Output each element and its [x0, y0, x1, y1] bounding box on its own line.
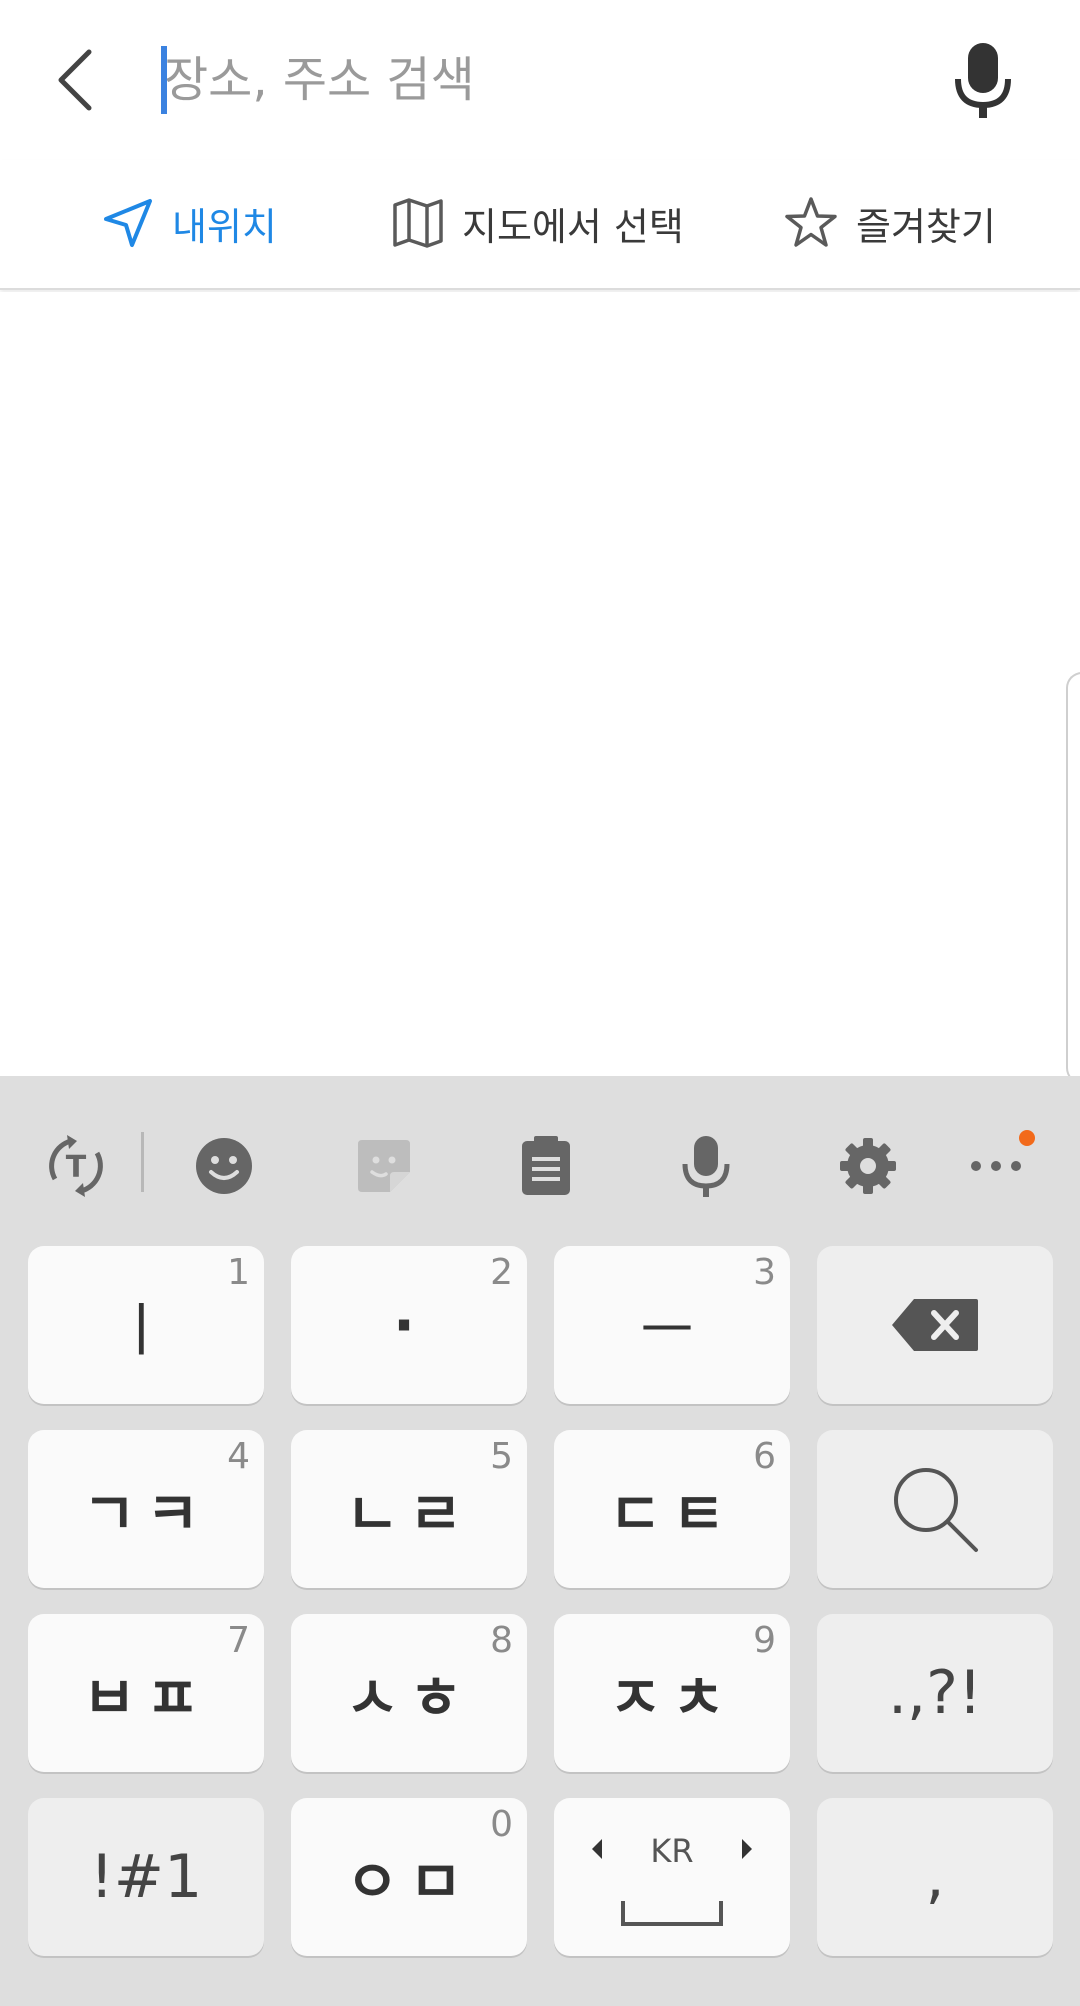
- key-label: ㅈㅊ: [608, 1664, 736, 1732]
- key-label: ,: [925, 1842, 945, 1912]
- key-number: 8: [490, 1620, 513, 1661]
- search-icon: [894, 1468, 978, 1552]
- emoji-icon: [196, 1138, 252, 1194]
- key-dot[interactable]: 2 ·: [291, 1246, 527, 1404]
- text-convert-icon: T: [49, 1135, 103, 1197]
- key-label: ㅂㅍ: [82, 1664, 210, 1732]
- back-button[interactable]: [40, 40, 110, 120]
- key-number: 9: [753, 1620, 776, 1661]
- voice-search-button[interactable]: [940, 36, 1026, 126]
- key-number: 6: [753, 1436, 776, 1477]
- star-icon: [785, 197, 837, 247]
- key-d-t[interactable]: 6 ㄷㅌ: [554, 1430, 790, 1588]
- key-number: 5: [490, 1436, 513, 1477]
- toolbar-divider: [141, 1132, 144, 1192]
- text-convert-button[interactable]: T: [36, 1126, 116, 1206]
- space-icon: [621, 1901, 723, 1926]
- option-select-on-map[interactable]: 지도에서 선택: [392, 190, 684, 256]
- key-n-r[interactable]: 5 ㄴㄹ: [291, 1430, 527, 1588]
- key-eu[interactable]: 3 ㅡ: [554, 1246, 790, 1404]
- punctuation-key[interactable]: .,?!: [817, 1614, 1053, 1772]
- voice-input-button[interactable]: [666, 1126, 746, 1206]
- key-s-h[interactable]: 8 ㅅㅎ: [291, 1614, 527, 1772]
- key-number: 2: [490, 1252, 513, 1293]
- search-key[interactable]: [817, 1430, 1053, 1588]
- comma-key[interactable]: ,: [817, 1798, 1053, 1956]
- location-options: 내위치 지도에서 선택 즐겨찾기: [0, 160, 1080, 290]
- microphone-icon: [955, 43, 1011, 118]
- keyboard: T 1 ㅣ 2 · 3 ㅡ 4 ㄱㅋ 5 ㄴㄹ 6 ㄷㅌ 7 ㅂㅍ 8 ㅅㅎ 9…: [0, 1076, 1080, 2006]
- microphone-icon: [682, 1136, 730, 1197]
- key-label: ㄷㅌ: [608, 1480, 736, 1548]
- option-label: 지도에서 선택: [462, 204, 684, 249]
- sticker-icon: [358, 1140, 410, 1192]
- keyboard-settings-button[interactable]: [828, 1126, 908, 1206]
- key-label: !#1: [89, 1842, 203, 1912]
- key-label: ㅅㅎ: [345, 1664, 473, 1732]
- backspace-key[interactable]: [817, 1246, 1053, 1404]
- option-favorites[interactable]: 즐겨찾기: [784, 190, 996, 256]
- text-caret: [161, 46, 167, 114]
- results-area: [0, 292, 1080, 1076]
- search-input[interactable]: [160, 38, 900, 122]
- key-o-m[interactable]: 0 ㅇㅁ: [291, 1798, 527, 1956]
- key-label: .,?!: [887, 1658, 983, 1728]
- sticker-button[interactable]: [344, 1126, 424, 1206]
- key-label: ㅡ: [640, 1296, 704, 1364]
- key-number: 4: [227, 1436, 250, 1477]
- edge-panel-handle[interactable]: [1066, 672, 1080, 1084]
- key-number: 3: [753, 1252, 776, 1293]
- option-label: 내위치: [172, 204, 277, 249]
- key-number: 1: [227, 1252, 250, 1293]
- map-icon: [393, 198, 443, 248]
- key-number: 7: [227, 1620, 250, 1661]
- key-i[interactable]: 1 ㅣ: [28, 1246, 264, 1404]
- backspace-icon: [892, 1299, 978, 1351]
- space-key[interactable]: KR: [554, 1798, 790, 1956]
- key-j-ch[interactable]: 9 ㅈㅊ: [554, 1614, 790, 1772]
- key-g-k[interactable]: 4 ㄱㅋ: [28, 1430, 264, 1588]
- clipboard-icon: [522, 1136, 570, 1195]
- notification-dot: [1019, 1130, 1035, 1146]
- navigation-arrow-icon: [104, 199, 152, 247]
- keyboard-toolbar: T: [0, 1076, 1080, 1246]
- language-switch-left-icon: [592, 1839, 602, 1859]
- option-label: 즐겨찾기: [856, 204, 996, 249]
- key-label: ㄱㅋ: [82, 1480, 210, 1548]
- key-label: ㅣ: [114, 1296, 178, 1364]
- search-bar: [0, 0, 1080, 160]
- key-b-p[interactable]: 7 ㅂㅍ: [28, 1614, 264, 1772]
- key-label: ㄴㄹ: [345, 1480, 473, 1548]
- key-number: 0: [490, 1804, 513, 1845]
- emoji-button[interactable]: [184, 1126, 264, 1206]
- back-arrow-icon: [58, 49, 92, 111]
- symbols-key[interactable]: !#1: [28, 1798, 264, 1956]
- settings-icon: [840, 1138, 896, 1194]
- more-icon: [971, 1161, 1021, 1171]
- key-label: ·: [392, 1291, 426, 1359]
- language-switch-right-icon: [742, 1839, 752, 1859]
- key-label: ㅇㅁ: [345, 1848, 473, 1916]
- clipboard-button[interactable]: [506, 1126, 586, 1206]
- option-my-location[interactable]: 내위치: [102, 190, 277, 256]
- svg-text:T: T: [66, 1150, 87, 1185]
